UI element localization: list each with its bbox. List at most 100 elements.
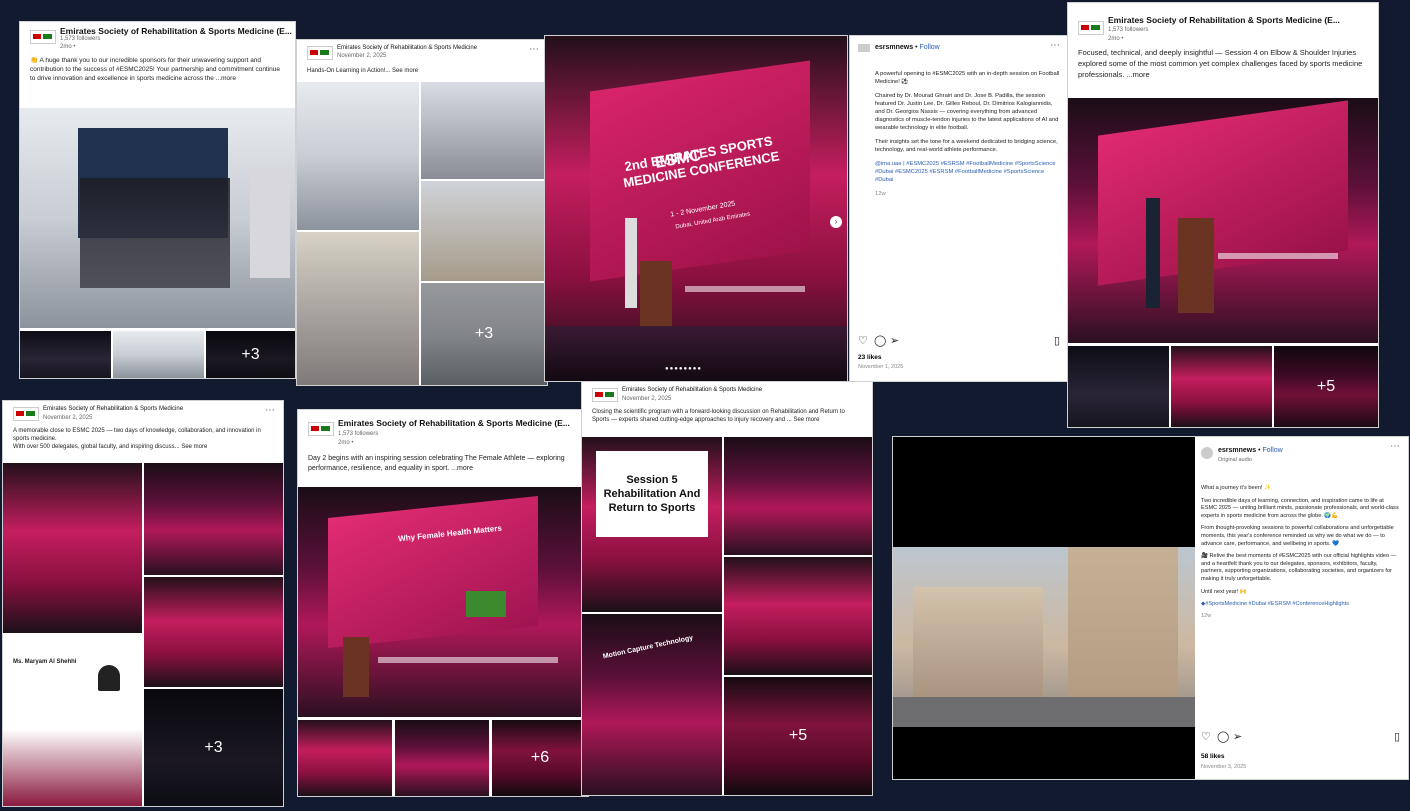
org-name[interactable]: Emirates Society of Rehabilitation & Spo… bbox=[60, 26, 292, 36]
post-photo-thumb[interactable] bbox=[395, 720, 489, 796]
post-photo-thumb[interactable] bbox=[144, 463, 283, 575]
post-card-rehabilitation[interactable]: Emirates Society of Rehabilitation & Spo… bbox=[582, 382, 872, 795]
panel-table bbox=[685, 286, 805, 292]
followers-count: 1,573 followers bbox=[1108, 27, 1149, 33]
post-photo-thumb[interactable] bbox=[298, 720, 392, 796]
share-icon[interactable]: ➢ bbox=[1233, 730, 1242, 743]
post-photo-main[interactable] bbox=[1068, 98, 1378, 343]
post-card-hands-on[interactable]: Emirates Society of Rehabilitation & Spo… bbox=[297, 40, 547, 385]
post-photo-thumb[interactable] bbox=[144, 577, 283, 687]
share-icon[interactable]: ➢ bbox=[890, 334, 899, 347]
org-logo[interactable] bbox=[1078, 21, 1104, 35]
post-time: 2mo • bbox=[60, 44, 76, 50]
more-photos-count: +6 bbox=[492, 720, 588, 796]
more-photos-count: +3 bbox=[206, 331, 295, 378]
post-photo-thumb[interactable] bbox=[297, 232, 419, 385]
org-name[interactable]: Emirates Society of Rehabilitation & Spo… bbox=[337, 45, 477, 51]
org-logo[interactable] bbox=[308, 422, 334, 436]
post-date: November 1, 2025 bbox=[858, 364, 904, 370]
post-card-closing[interactable]: Emirates Society of Rehabilitation & Spo… bbox=[3, 401, 283, 806]
post-photo-thumb[interactable] bbox=[724, 557, 872, 675]
caption-hashtags[interactable]: @ima.uae | #ESMC2025 #ESRSM #FootballMed… bbox=[875, 160, 1060, 184]
slide-image bbox=[466, 591, 506, 617]
comment-icon[interactable]: ◯ bbox=[874, 334, 886, 347]
post-photo-main[interactable]: Session 5 Rehabilitation And Return to S… bbox=[582, 437, 722, 612]
org-logo[interactable] bbox=[30, 30, 56, 44]
post-text: Focused, technical, and deeply insightfu… bbox=[1078, 48, 1363, 79]
more-photos-count: +3 bbox=[421, 283, 547, 385]
org-name[interactable]: Emirates Society of Rehabilitation & Spo… bbox=[43, 406, 183, 412]
post-photo-more[interactable]: +3 bbox=[144, 689, 283, 806]
account-name[interactable]: esrsmnews bbox=[875, 44, 913, 51]
post-text: 👏 A huge thank you to our incredible spo… bbox=[30, 57, 281, 82]
caption-paragraph: 🎥 Relive the best moments of #ESMC2025 w… bbox=[1201, 553, 1397, 582]
org-name[interactable]: Emirates Society of Rehabilitation & Spo… bbox=[338, 418, 570, 428]
post-text: With over 500 delegates, global faculty,… bbox=[13, 444, 208, 450]
post-photo-more[interactable]: +3 bbox=[206, 331, 295, 378]
instagram-post-highlights[interactable]: esrsmnews • Follow Original audio ⋯ What… bbox=[893, 437, 1408, 779]
likes-count[interactable]: 58 likes bbox=[1201, 753, 1225, 760]
post-card-female-athlete[interactable]: Emirates Society of Rehabilitation & Spo… bbox=[298, 410, 588, 796]
post-text: Closing the scientific program with a fo… bbox=[592, 409, 845, 423]
caption-lead: A powerful opening to #ESMC2025 with an … bbox=[875, 71, 1060, 85]
more-photos-count: +3 bbox=[144, 689, 283, 806]
avatar[interactable] bbox=[858, 44, 870, 52]
post-text: A memorable close to ESMC 2025 — two day… bbox=[13, 428, 261, 442]
caption-paragraph: From thought-provoking sessions to power… bbox=[1201, 525, 1394, 547]
post-photo-thumb[interactable] bbox=[724, 437, 872, 555]
post-photo-thumb[interactable]: Motion Capture Technology bbox=[582, 614, 722, 795]
post-photo-thumb[interactable] bbox=[20, 331, 111, 378]
caption-hashtags[interactable]: ◆#SportsMedicine #Dubai #ESRSM #Conferen… bbox=[1201, 601, 1401, 609]
post-photo-thumb[interactable] bbox=[1068, 346, 1169, 427]
post-date: November 2, 2025 bbox=[622, 396, 672, 402]
post-text: Day 2 begins with an inspiring session c… bbox=[308, 455, 565, 472]
post-photo-more[interactable]: +3 bbox=[421, 283, 547, 385]
next-photo-arrow[interactable]: › bbox=[830, 216, 842, 228]
post-card-session4[interactable]: Emirates Society of Rehabilitation & Spo… bbox=[1068, 3, 1378, 427]
post-photo-more[interactable]: +6 bbox=[492, 720, 588, 796]
post-photo-thumb[interactable] bbox=[113, 331, 204, 378]
post-photo-speaker-slide[interactable]: Ms. Maryam Al Shehhi bbox=[3, 635, 142, 806]
account-name[interactable]: esrsmnews bbox=[1218, 447, 1256, 454]
post-photo-main[interactable]: Why Female Health Matters bbox=[298, 487, 588, 717]
more-options-icon[interactable]: ⋯ bbox=[1050, 40, 1060, 51]
bookmark-icon[interactable]: ▯ bbox=[1054, 334, 1060, 347]
caption-paragraph: Their insights set the tone for a weeken… bbox=[875, 139, 1058, 153]
org-logo[interactable] bbox=[307, 46, 333, 60]
post-photo-thumb[interactable] bbox=[421, 82, 547, 179]
post-time: 2mo • bbox=[1108, 36, 1124, 42]
follow-button[interactable]: Follow bbox=[919, 44, 939, 51]
org-name[interactable]: Emirates Society of Rehabilitation & Spo… bbox=[1108, 15, 1340, 25]
like-icon[interactable]: ♡ bbox=[1201, 730, 1211, 743]
likes-count[interactable]: 23 likes bbox=[858, 354, 882, 361]
post-photo-thumb[interactable] bbox=[1171, 346, 1272, 427]
podium bbox=[1178, 218, 1214, 313]
org-logo[interactable] bbox=[592, 388, 618, 402]
post-photo-thumb[interactable] bbox=[421, 181, 547, 281]
like-icon[interactable]: ♡ bbox=[858, 334, 868, 347]
audio-label[interactable]: Original audio bbox=[1218, 457, 1252, 463]
bookmark-icon[interactable]: ▯ bbox=[1394, 730, 1400, 743]
avatar[interactable] bbox=[1201, 447, 1213, 459]
more-options-icon[interactable]: ⋯ bbox=[265, 405, 275, 416]
comment-icon[interactable]: ◯ bbox=[1217, 730, 1229, 743]
post-photo-more[interactable]: +5 bbox=[1274, 346, 1378, 427]
more-options-icon[interactable]: ⋯ bbox=[529, 44, 539, 55]
post-photo-conference-stage[interactable]: 2nd EMIRATES SPORTS MEDICINE CONFERENCE … bbox=[545, 36, 847, 381]
carousel-dots: ●●●●●●●● bbox=[665, 366, 702, 372]
post-photo-main[interactable] bbox=[297, 82, 419, 230]
post-photo-more[interactable]: +5 bbox=[724, 677, 872, 795]
more-options-icon[interactable]: ⋯ bbox=[1390, 441, 1400, 452]
post-photo-main[interactable] bbox=[20, 108, 295, 328]
post-photo-main[interactable] bbox=[3, 463, 142, 633]
post-card-sponsors[interactable]: Emirates Society of Rehabilitation & Spo… bbox=[20, 22, 295, 378]
follow-button[interactable]: Follow bbox=[1262, 447, 1282, 454]
panel-table bbox=[1218, 253, 1338, 259]
post-date: November 2, 2025 bbox=[337, 53, 387, 59]
slide-session-title: Session 5 Rehabilitation And Return to S… bbox=[596, 451, 708, 537]
caption-lead: What a journey it's been! ✨ bbox=[1201, 485, 1271, 491]
highlights-video[interactable] bbox=[893, 437, 1195, 779]
org-name[interactable]: Emirates Society of Rehabilitation & Spo… bbox=[622, 387, 762, 393]
org-logo[interactable] bbox=[13, 407, 39, 421]
more-photos-count: +5 bbox=[1274, 346, 1378, 427]
